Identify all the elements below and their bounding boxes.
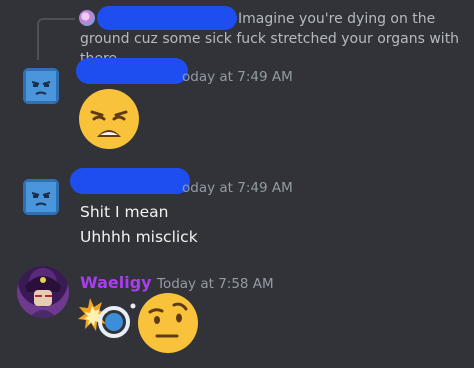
cube-face-icon [26, 71, 56, 101]
character-avatar-icon [25, 276, 61, 318]
message-text: Uhhhh misclick [80, 228, 198, 246]
avatar[interactable] [23, 68, 59, 104]
message-timestamp: Today at 7:58 AM [157, 276, 274, 292]
reply-spine [37, 18, 75, 60]
collision-blue-circle-emoji[interactable] [78, 292, 138, 342]
cube-face-icon [26, 182, 56, 212]
face-with-raised-eyebrow-emoji[interactable] [137, 292, 199, 354]
message-text: Shit I mean [80, 203, 169, 221]
avatar[interactable] [23, 179, 59, 215]
avatar[interactable] [17, 266, 69, 318]
weary-face-emoji[interactable] [78, 88, 140, 150]
message-timestamp: oday at 7:49 AM [182, 180, 293, 196]
redacted-username [76, 58, 188, 84]
username[interactable]: Waeligy [80, 273, 152, 293]
redacted-username [70, 168, 190, 194]
message-timestamp: oday at 7:49 AM [182, 69, 293, 85]
